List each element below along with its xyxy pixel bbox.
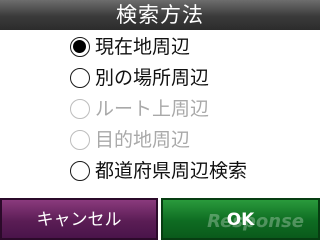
option-label: 現在地周辺: [95, 36, 191, 58]
option-prefecture-search[interactable]: 都道府県周辺検索: [0, 156, 320, 186]
watermark-logo: Response: [207, 211, 304, 232]
option-label: 都道府県周辺検索: [95, 160, 248, 182]
radio-destination: [70, 130, 90, 150]
radio-prefecture-search[interactable]: [70, 161, 90, 181]
option-label: 別の場所周辺: [95, 67, 210, 89]
option-along-route: ルート上周辺: [0, 94, 320, 124]
cancel-button[interactable]: キャンセル: [0, 198, 158, 240]
dialog-title: 検索方法: [0, 0, 320, 30]
radio-along-route: [70, 99, 90, 119]
option-current-location[interactable]: 現在地周辺: [0, 32, 320, 62]
option-destination: 目的地周辺: [0, 125, 320, 155]
option-label: 目的地周辺: [95, 129, 191, 151]
radio-current-location[interactable]: [70, 37, 90, 57]
search-method-list: 現在地周辺 別の場所周辺 ルート上周辺 目的地周辺 都道府県周辺検索: [0, 32, 320, 187]
radio-other-location[interactable]: [70, 68, 90, 88]
ok-button[interactable]: OK Response: [161, 198, 320, 240]
option-other-location[interactable]: 別の場所周辺: [0, 63, 320, 93]
option-label: ルート上周辺: [95, 98, 210, 120]
